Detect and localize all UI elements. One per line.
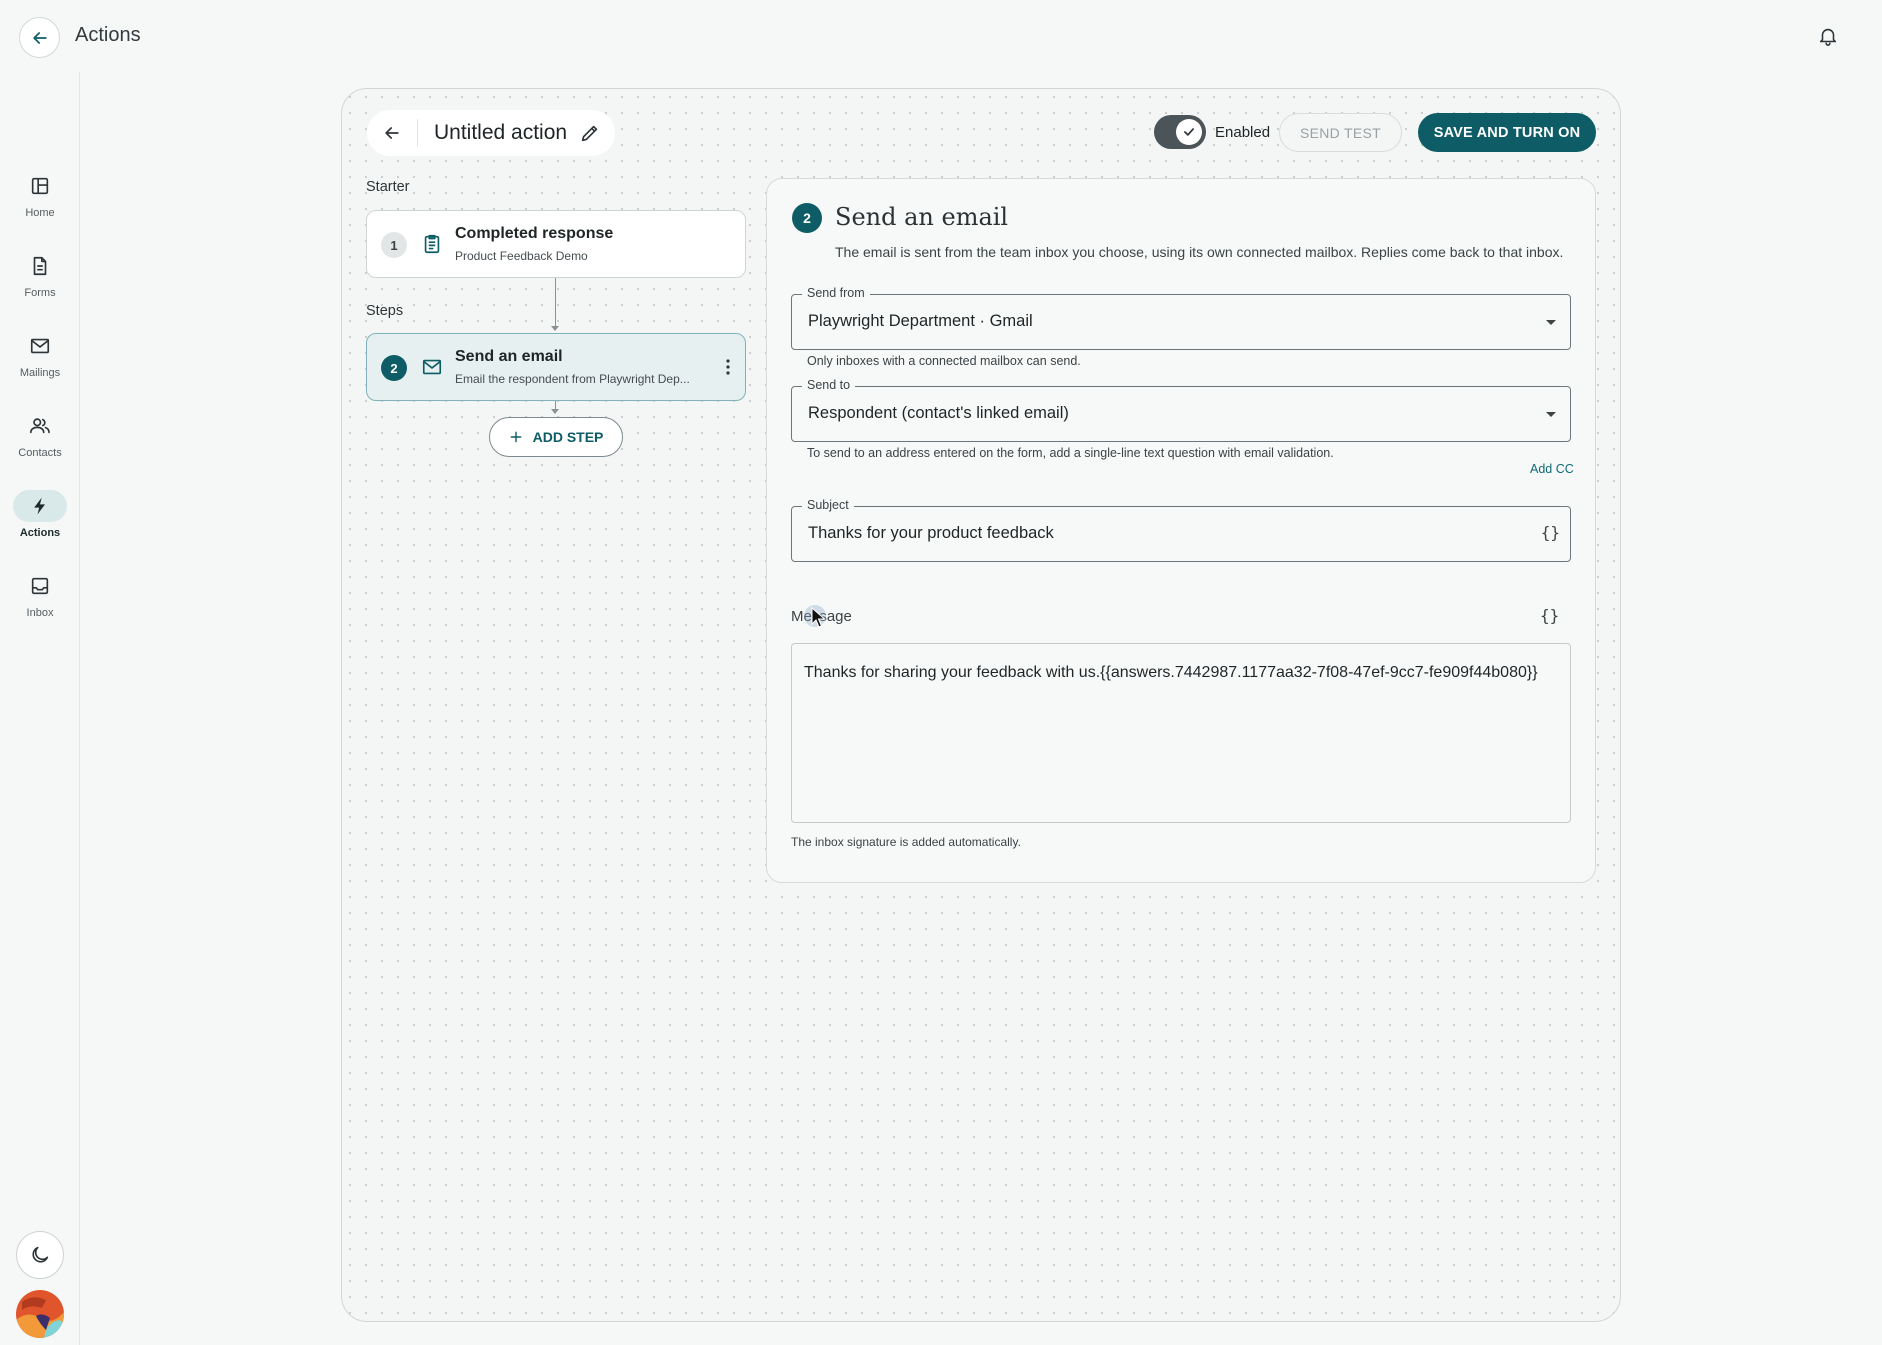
nav-item-forms[interactable]: Forms: [0, 250, 80, 299]
canvas-back-button[interactable]: [367, 123, 417, 143]
page-title: Actions: [75, 24, 141, 46]
contacts-icon: [30, 418, 50, 434]
more-vertical-icon: [726, 359, 730, 375]
enabled-label: Enabled: [1215, 123, 1271, 141]
message-text: Thanks for sharing your feedback with us…: [804, 664, 1538, 681]
arrow-left-icon: [385, 127, 399, 139]
action-title-bar: Untitled action: [367, 110, 615, 156]
editor-step-number: 2: [792, 203, 822, 233]
inbox-icon: [31, 577, 49, 595]
signature-note: The inbox signature is added automatical…: [791, 835, 1021, 849]
send-to-label: Send to: [802, 378, 856, 392]
send-from-label: Send from: [802, 286, 870, 300]
avatar[interactable]: [16, 1290, 64, 1338]
insert-variable-icon[interactable]: {}: [1540, 606, 1559, 625]
starter-label: Starter: [366, 179, 410, 195]
nav-label: Home: [25, 207, 55, 219]
step-card-send-email[interactable]: 2 Send an email Email the respondent fro…: [366, 333, 746, 401]
step-title: Send an email: [455, 348, 563, 365]
steps-label: Steps: [366, 303, 404, 319]
pencil-icon[interactable]: [579, 122, 601, 144]
notifications-button[interactable]: [1817, 24, 1839, 48]
add-cc-link[interactable]: Add CC: [1530, 462, 1574, 476]
send-from-select[interactable]: Send from Playwright Department · Gmail: [791, 286, 1571, 350]
clipboard-icon: [424, 234, 440, 254]
connector-line: [555, 278, 556, 330]
moon-icon: [32, 1246, 49, 1263]
theme-toggle-button[interactable]: [16, 1231, 64, 1279]
connector-arrow: [551, 326, 559, 331]
plus-icon: [510, 431, 521, 443]
step-menu-button[interactable]: [725, 358, 731, 376]
send-to-helper: To send to an address entered on the for…: [807, 446, 1334, 460]
subject-label: Subject: [802, 498, 854, 512]
step-subtitle: Email the respondent from Playwright Dep…: [455, 372, 690, 386]
bell-icon: [1819, 28, 1837, 46]
message-textarea[interactable]: Thanks for sharing your feedback with us…: [791, 643, 1571, 823]
starter-title: Completed response: [455, 225, 614, 242]
subject-input[interactable]: Subject Thanks for your product feedback…: [791, 498, 1571, 562]
side-nav: Home Forms Mailings Contacts Actions Inb…: [0, 72, 80, 1345]
action-name[interactable]: Untitled action: [434, 121, 567, 145]
nav-item-inbox[interactable]: Inbox: [0, 570, 80, 619]
send-from-value: Playwright Department · Gmail: [808, 312, 1033, 330]
document-icon: [33, 256, 47, 276]
nav-label: Contacts: [18, 447, 62, 459]
add-step-button[interactable]: ADD STEP: [489, 417, 623, 457]
editor-description: The email is sent from the team inbox yo…: [835, 244, 1564, 260]
mail-icon: [30, 338, 50, 354]
insert-variable-icon[interactable]: {}: [1541, 523, 1560, 542]
starter-card[interactable]: 1 Completed response Product Feedback De…: [366, 210, 746, 278]
mail-icon: [422, 359, 442, 375]
check-icon: [1184, 128, 1194, 136]
nav-item-contacts[interactable]: Contacts: [0, 410, 80, 459]
lightning-icon: [34, 497, 45, 515]
home-icon: [31, 177, 49, 195]
nav-label: Inbox: [26, 607, 54, 619]
editor-title: Send an email: [835, 203, 1009, 231]
send-from-helper: Only inboxes with a connected mailbox ca…: [807, 354, 1081, 368]
enabled-toggle[interactable]: [1154, 115, 1206, 149]
connector-arrow: [551, 409, 559, 414]
arrow-left-icon: [32, 31, 47, 44]
subject-value: Thanks for your product feedback: [808, 524, 1054, 542]
step-number: 1: [381, 232, 407, 258]
nav-label: Forms: [24, 287, 56, 299]
caret-down-icon: [1546, 412, 1556, 417]
divider: [417, 119, 418, 147]
nav-item-home[interactable]: Home: [0, 170, 80, 219]
nav-label: Mailings: [19, 367, 61, 379]
nav-item-actions[interactable]: Actions: [0, 490, 80, 539]
back-button[interactable]: [19, 17, 60, 58]
send-to-select[interactable]: Send to Respondent (contact's linked ema…: [791, 378, 1571, 442]
step-number: 2: [381, 355, 407, 381]
send-to-value: Respondent (contact's linked email): [808, 404, 1069, 422]
send-test-button[interactable]: SEND TEST: [1279, 113, 1402, 152]
top-bar: Actions: [0, 0, 1882, 72]
starter-subtitle: Product Feedback Demo: [455, 249, 588, 263]
caret-down-icon: [1546, 320, 1556, 325]
nav-label: Actions: [19, 527, 61, 539]
avatar-image: [16, 1290, 64, 1338]
enabled-toggle-group: Enabled: [1154, 115, 1270, 149]
nav-item-mailings[interactable]: Mailings: [0, 330, 80, 379]
mouse-cursor-icon: [804, 605, 826, 628]
save-and-turn-on-button[interactable]: SAVE AND TURN ON: [1418, 113, 1596, 152]
add-step-label: ADD STEP: [532, 429, 604, 445]
